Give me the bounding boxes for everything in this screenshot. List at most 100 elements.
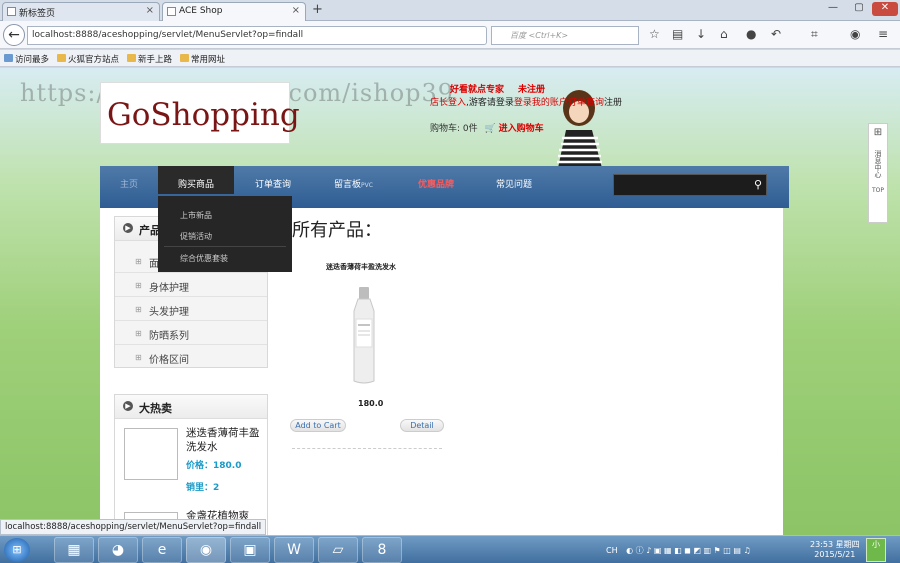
web-page: https://www.huzhan.com/ishop39 GoShoppin… xyxy=(0,68,900,535)
menu-buy-products[interactable]: 购买商品 xyxy=(158,166,234,194)
dropdown-new-arrivals[interactable]: 上市新品 xyxy=(180,210,212,221)
menu-icon[interactable]: ≡ xyxy=(878,27,888,41)
taskbar: ⊞ ▦ ◕ e ◉ ▣ W ▱ 8 CH ◐ ⓘ ♪ ▣ ▦ ◧ ◼ ◩ ▥ ⚑… xyxy=(0,535,900,563)
addon-icon[interactable]: ● xyxy=(746,27,756,41)
star-icon[interactable]: ☆ xyxy=(649,27,660,41)
language-indicator[interactable]: CH xyxy=(606,546,618,555)
new-tab-plus-icon[interactable]: + xyxy=(312,2,323,17)
menu-label: 留言板 xyxy=(334,180,362,190)
add-to-cart-button[interactable]: Add to Cart xyxy=(290,419,346,432)
message-center-label: 消息中心 xyxy=(874,150,882,178)
top-label[interactable]: TOP xyxy=(869,187,887,194)
bookmark-item[interactable]: 火狐官方站点 xyxy=(57,53,119,65)
bookmark-item[interactable]: 访问最多 xyxy=(4,53,49,65)
login-link[interactable]: 登录 xyxy=(514,98,532,108)
folder-icon xyxy=(180,54,189,62)
my-account-link[interactable]: 我的账户 xyxy=(532,98,568,108)
word-icon[interactable]: W xyxy=(274,537,314,563)
category-item[interactable]: ⊞ 身体护理 xyxy=(115,273,267,297)
clipboard-icon[interactable]: ▤ xyxy=(672,27,683,41)
address-bar[interactable]: localhost:8888/aceshopping/servlet/MenuS… xyxy=(27,26,487,45)
firefox-taskbar-icon[interactable]: ◉ xyxy=(186,537,226,563)
plus-icon: ⊞ xyxy=(135,305,142,314)
date: 2015/5/21 xyxy=(814,550,856,559)
explorer-icon[interactable]: ▦ xyxy=(54,537,94,563)
menu-home[interactable]: 主页 xyxy=(120,177,138,190)
folder-icon xyxy=(127,54,136,62)
menu-message-board[interactable]: 留言板PVC xyxy=(334,177,373,190)
status-bar: localhost:8888/aceshopping/servlet/MenuS… xyxy=(0,519,267,535)
order-query-link[interactable]: 订单查询 xyxy=(568,98,604,108)
arrow-right-icon: ▶ xyxy=(123,401,133,411)
start-button[interactable]: ⊞ xyxy=(4,538,30,562)
cart-count: 购物车: 0件 xyxy=(430,124,478,134)
home-icon[interactable]: ⌂ xyxy=(720,27,728,41)
menu-order-query[interactable]: 订单查询 xyxy=(255,177,291,190)
promo-text: 好看就点专家 xyxy=(450,85,505,95)
tab-new[interactable]: 新标签页 × xyxy=(2,2,160,21)
download-icon[interactable]: ↓ xyxy=(696,27,706,41)
register-link[interactable]: 注册 xyxy=(604,98,622,108)
search-icon[interactable]: ⚲ xyxy=(754,178,762,191)
notepad-icon[interactable]: ▱ xyxy=(318,537,358,563)
chat-icon[interactable]: ◉ xyxy=(850,27,860,41)
search-input[interactable]: 百度 <Ctrl+K> xyxy=(491,26,639,45)
dropdown-bundles[interactable]: 综合优惠套装 xyxy=(180,253,228,264)
ie-icon[interactable]: e xyxy=(142,537,182,563)
detail-button[interactable]: Detail xyxy=(400,419,444,432)
maximize-icon[interactable]: ▢ xyxy=(846,2,872,16)
clock[interactable]: 23:53 星期四 2015/5/21 xyxy=(810,540,860,560)
menu-brands[interactable]: 优惠品牌 xyxy=(418,177,454,190)
message-center-panel[interactable]: ⊞ 消息中心 TOP xyxy=(868,123,888,223)
app-icon[interactable]: 8 xyxy=(362,537,402,563)
qq-icon[interactable]: ◕ xyxy=(98,537,138,563)
undo-icon[interactable]: ↶ xyxy=(771,27,781,41)
shop-login-link[interactable]: 店长登入 xyxy=(430,98,466,108)
menu-faq[interactable]: 常见问题 xyxy=(496,177,532,190)
bookmark-item[interactable]: 新手上路 xyxy=(127,53,172,65)
hot-title: 大热卖 xyxy=(139,402,172,415)
product-name[interactable]: 迷迭香薄荷丰盈洗发水 xyxy=(326,262,396,272)
close-tab-icon[interactable]: × xyxy=(292,5,300,16)
dropdown-promotions[interactable]: 促销活动 xyxy=(180,231,212,242)
time: 23:53 星期四 xyxy=(810,540,860,549)
plus-icon: ⊞ xyxy=(135,281,142,290)
category-item[interactable]: ⊞ 价格区间 xyxy=(115,345,267,369)
category-item[interactable]: ⊞ 防晒系列 xyxy=(115,321,267,345)
close-window-icon[interactable]: ✕ xyxy=(872,2,898,16)
category-label: 头发护理 xyxy=(149,307,189,318)
sales-label: 销里： xyxy=(186,483,214,493)
close-tab-icon[interactable]: × xyxy=(146,5,154,16)
product-price: 180.0 xyxy=(358,399,384,408)
show-desktop-button[interactable]: 小 xyxy=(866,538,886,562)
new-tab-favicon xyxy=(7,7,16,16)
cart-icon: 🛒 xyxy=(484,124,496,134)
logo-text: GoShopping xyxy=(107,97,300,133)
powerpoint-icon[interactable]: ▣ xyxy=(230,537,270,563)
buy-products-dropdown: 上市新品 促销活动 综合优惠套装 xyxy=(158,196,292,272)
tray-icons[interactable]: ◐ ⓘ ♪ ▣ ▦ ◧ ◼ ◩ ▥ ⚑ ◫ ▤ ♫ xyxy=(626,546,751,555)
bookmark-label: 新手上路 xyxy=(138,55,173,65)
sales-value: 2 xyxy=(213,483,220,493)
product-image[interactable] xyxy=(349,287,379,385)
bookmark-item[interactable]: 常用网址 xyxy=(180,53,225,65)
plus-box-icon[interactable]: ⊞ xyxy=(869,127,887,138)
crop-icon[interactable]: ⌗ xyxy=(811,27,818,42)
site-search-input[interactable]: ⚲ xyxy=(613,174,767,196)
category-item[interactable]: ⊞ 头发护理 xyxy=(115,297,267,321)
tab-ace-shop[interactable]: ACE Shop × xyxy=(162,2,306,21)
hot-product-name[interactable]: 迷迭香薄荷丰盈洗发水 xyxy=(186,426,262,454)
dropdown-divider xyxy=(164,246,286,247)
tab-label: 新标签页 xyxy=(19,9,56,19)
back-arrow-icon[interactable]: ← xyxy=(3,24,25,46)
hot-product-image[interactable] xyxy=(124,428,178,480)
enter-cart-link[interactable]: 进入购物车 xyxy=(499,124,544,134)
firefox-icon xyxy=(57,54,66,62)
minimize-icon[interactable]: — xyxy=(820,2,846,16)
category-label: 防晒系列 xyxy=(149,331,189,342)
bookmark-label: 访问最多 xyxy=(15,55,50,65)
category-label: 身体护理 xyxy=(149,283,189,294)
guest-prefix: 游客请登录 xyxy=(468,98,514,108)
search-placeholder: 百度 <Ctrl+K> xyxy=(510,31,569,40)
site-logo[interactable]: GoShopping xyxy=(100,82,300,144)
